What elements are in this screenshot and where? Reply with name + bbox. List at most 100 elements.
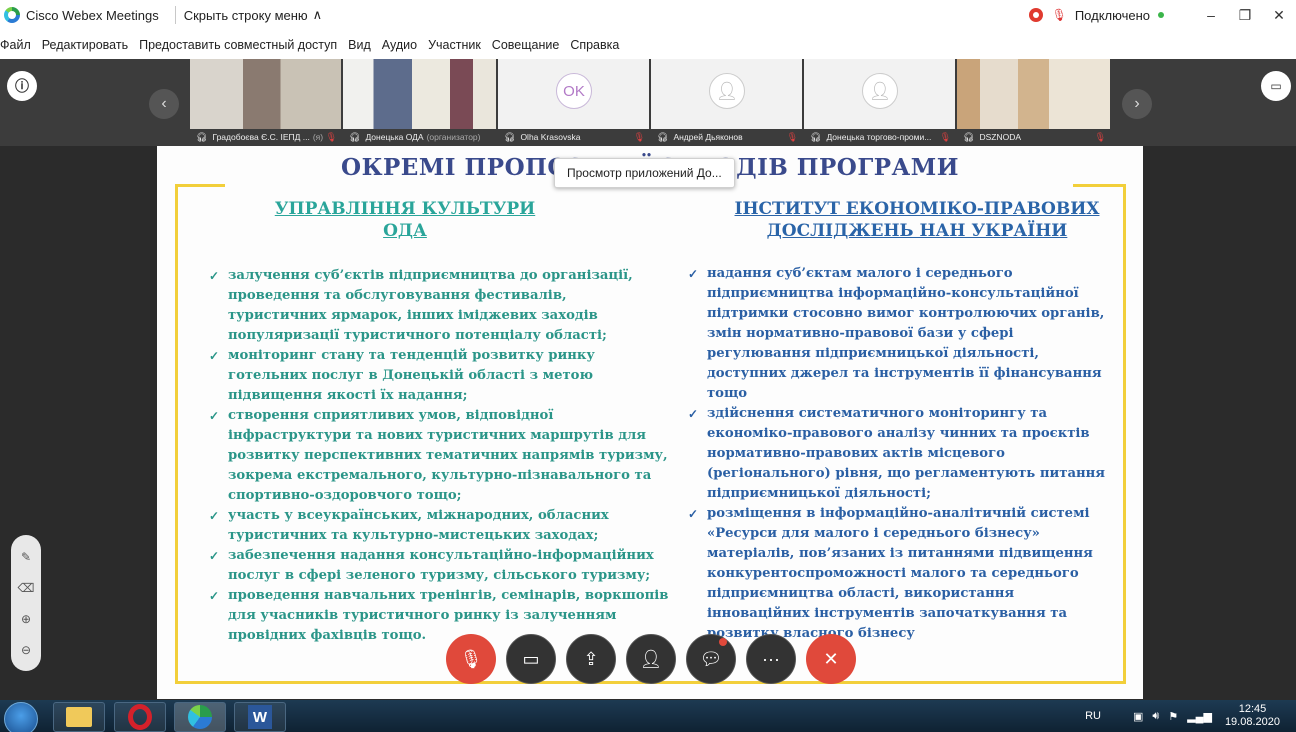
zoom-out-icon[interactable]: ⊖: [21, 643, 31, 657]
tooltip: Просмотр приложений До...: [554, 158, 735, 188]
language-indicator[interactable]: RU: [1085, 710, 1101, 722]
frame-line: [1073, 184, 1126, 187]
shared-content-area: ОКРЕМІ ПРОПОЗИЦІЇ ЗАХОДІВ ПРОГРАМИ УПРАВ…: [0, 146, 1296, 699]
taskbar-explorer[interactable]: [53, 702, 105, 732]
maximize-button[interactable]: ❐: [1228, 7, 1262, 24]
menu-participant[interactable]: Участник: [428, 38, 481, 52]
video-off-icon: ▭: [522, 648, 540, 669]
title-separator: [174, 6, 176, 24]
participant-tile[interactable]: 🎧︎ Градобоєва Є.С. ІЕПД ... (я) 🎙︎: [190, 59, 341, 145]
layout-toggle-icon[interactable]: ▭: [1261, 71, 1291, 101]
participant-name: Донецька торгово-проми...: [826, 132, 932, 142]
list-item: ✓ участь у всеукраїнських, міжнародних, о…: [209, 506, 669, 546]
headset-icon: 🎧︎: [657, 131, 669, 142]
clock[interactable]: 12:45 19.08.2020: [1225, 703, 1280, 729]
mic-muted-icon: 🎙︎: [786, 131, 798, 142]
checkmark-icon: ✓: [209, 549, 220, 563]
taskbar-opera[interactable]: [114, 702, 166, 732]
frame-line: [175, 184, 178, 684]
meeting-info-icon[interactable]: ⓘ: [7, 71, 37, 101]
mute-button[interactable]: 🎙︎: [446, 634, 496, 684]
menu-help[interactable]: Справка: [570, 38, 619, 52]
participant-name: Градобоєва Є.С. ІЕПД ...: [212, 132, 310, 142]
menu-meeting[interactable]: Совещание: [492, 38, 560, 52]
start-button[interactable]: [4, 702, 38, 732]
participant-role: (я): [312, 132, 324, 142]
mic-muted-icon: 🎙︎: [325, 131, 337, 142]
participant-role: (организатор): [426, 132, 481, 142]
opera-icon: [128, 704, 152, 730]
list-item: ✓ розміщення в інформаційно-аналітичній с…: [688, 504, 1108, 644]
participants-button[interactable]: 👤︎: [626, 634, 676, 684]
headset-icon: 🎧︎: [504, 131, 516, 142]
previous-arrow-icon[interactable]: ‹: [149, 89, 179, 119]
user-avatar-icon: 👤︎: [709, 73, 745, 109]
word-icon: W: [248, 705, 272, 729]
volume-icon[interactable]: 🔊︎: [1152, 710, 1159, 723]
connection-status: Подключено: [1074, 7, 1150, 23]
share-button[interactable]: ⇪: [566, 634, 616, 684]
participant-tile[interactable]: 👤︎ 🎧︎ Донецька торгово-проми... 🎙︎: [804, 59, 955, 145]
list-item-text: створення сприятливих умов, відповідної …: [228, 408, 668, 503]
participant-name: Донецька ОДА: [365, 132, 424, 142]
menu-view[interactable]: Вид: [348, 38, 371, 52]
checkmark-icon: ✓: [209, 269, 220, 283]
participant-initials-avatar: OK: [556, 73, 592, 109]
signal-icon[interactable]: ▂▄▆: [1187, 710, 1212, 723]
participant-tile[interactable]: 🎧︎ DSZNODA 🎙︎: [957, 59, 1110, 145]
close-button[interactable]: ✕: [1262, 7, 1296, 24]
chat-button[interactable]: 💬︎: [686, 634, 736, 684]
menu-file[interactable]: Файл: [0, 38, 31, 52]
participant-tile[interactable]: 👤︎ 🎧︎ Андрей Дьяконов 🎙︎: [651, 59, 802, 145]
more-options-button[interactable]: ···: [746, 634, 796, 684]
headset-icon: 🎧︎: [196, 131, 208, 142]
system-tray: RU ▣ 🔊︎ ⚑ ▂▄▆ 12:45 19.08.2020: [1085, 700, 1296, 732]
participant-caption: 🎧︎ DSZNODA 🎙︎: [957, 129, 1110, 145]
menu-bar: Файл Редактировать Предоставить совместн…: [0, 30, 1296, 59]
frame-line: [1123, 184, 1126, 684]
participant-video: [343, 59, 496, 129]
right-bullet-list: ✓ надання суб’єктам малого і середнього п…: [688, 264, 1108, 644]
participant-tile[interactable]: 🎧︎ Донецька ОДА (организатор): [343, 59, 496, 145]
eraser-icon[interactable]: ⌫: [18, 581, 35, 595]
participant-video-strip: ⓘ ‹ 🎧︎ Градобоєва Є.С. ІЕПД ... (я) 🎙︎ 🎧…: [0, 59, 1296, 146]
menu-share[interactable]: Предоставить совместный доступ: [139, 38, 337, 52]
record-icon[interactable]: [1028, 8, 1043, 22]
mic-muted-icon[interactable]: 🎙︎: [1052, 8, 1067, 22]
participant-tile[interactable]: OK 🎧︎ Olha Krasovska 🎙︎: [498, 59, 649, 145]
list-item: ✓ здійснення систематичного моніторингу …: [688, 404, 1108, 504]
taskbar-webex[interactable]: [174, 702, 226, 732]
user-avatar-icon: 👤︎: [862, 73, 898, 109]
list-item-text: моніторинг стану та тенденцій розвитку р…: [228, 348, 595, 403]
connection-dot-icon: [1158, 12, 1164, 18]
clock-time: 12:45: [1238, 703, 1267, 715]
checkmark-icon: ✓: [209, 589, 220, 603]
zoom-in-icon[interactable]: ⊕: [21, 612, 31, 626]
app-title: Cisco Webex Meetings: [26, 7, 159, 23]
webex-logo-icon: [4, 7, 20, 23]
left-heading-line: ОДА: [383, 221, 427, 241]
clock-date: 19.08.2020: [1224, 716, 1280, 728]
checkmark-icon: ✓: [209, 409, 220, 423]
next-arrow-icon[interactable]: ›: [1122, 89, 1152, 119]
participants-icon: 👤︎: [639, 648, 663, 669]
right-column-heading: ІНСТИТУТ ЕКОНОМІКО-ПРАВОВИХ ДОСЛІДЖЕНЬ Н…: [717, 198, 1117, 242]
participant-name: Olha Krasovska: [520, 132, 581, 142]
menu-edit[interactable]: Редактировать: [42, 38, 128, 52]
participant-name: Андрей Дьяконов: [673, 132, 743, 142]
chevron-up-icon: ∧: [312, 7, 323, 22]
list-item-text: забезпечення надання консультаційно-інфо…: [228, 548, 654, 583]
pen-icon[interactable]: ✎: [21, 550, 31, 564]
list-item-text: надання суб’єктам малого і середнього пі…: [707, 266, 1105, 401]
leave-meeting-button[interactable]: ✕: [806, 634, 856, 684]
mic-muted-icon: 🎙︎: [633, 131, 645, 142]
hide-menu-button[interactable]: Скрыть строку меню ∧: [184, 7, 322, 23]
minimize-button[interactable]: –: [1194, 7, 1228, 23]
network-icon[interactable]: ⚑: [1168, 710, 1178, 723]
menu-audio[interactable]: Аудио: [382, 38, 417, 52]
tray-app-icon[interactable]: ▣: [1133, 710, 1143, 723]
frame-line: [175, 184, 225, 187]
participant-video: [957, 59, 1110, 129]
video-button[interactable]: ▭: [506, 634, 556, 684]
taskbar-word[interactable]: W: [234, 702, 286, 732]
